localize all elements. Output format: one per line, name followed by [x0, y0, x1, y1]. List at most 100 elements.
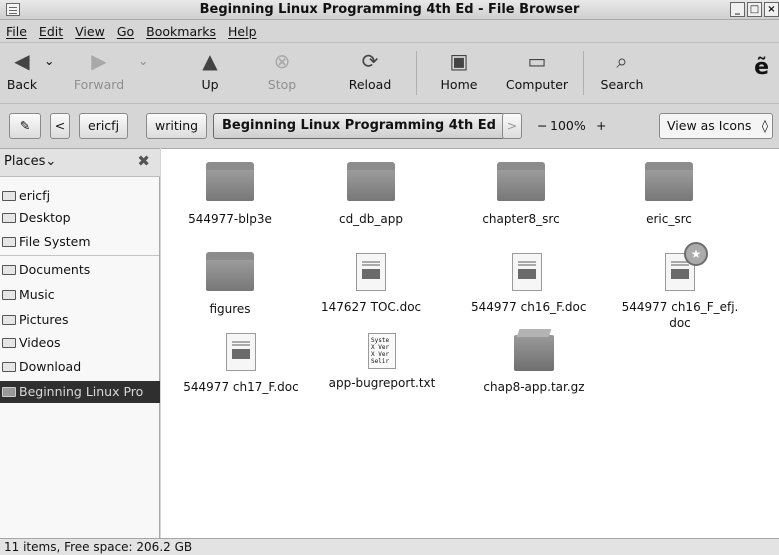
reload-icon: ⟳ — [361, 49, 379, 73]
forward-history-dropdown[interactable]: ⌄ — [138, 53, 148, 68]
sidebar-item-label: File System — [19, 234, 91, 249]
window-controls: _ □ × — [730, 2, 779, 17]
menu-help[interactable]: Help — [228, 24, 257, 39]
sidebar-item-ericfj[interactable]: ericfj — [0, 185, 160, 207]
sidebar-item-pictures[interactable]: Pictures — [0, 309, 160, 331]
folder-icon — [347, 162, 395, 201]
file-item[interactable]: ★ 544977 ch16_F_efj. doc — [619, 242, 741, 331]
breadcrumb-writing[interactable]: writing — [146, 113, 208, 139]
close-sidebar-icon[interactable]: ✖ — [137, 152, 150, 170]
sidebar: Places⌄ ✖ ericfj Desktop File System Doc… — [0, 148, 160, 538]
chevron-down-icon: ⌄ — [138, 53, 149, 68]
sidebar-item-download[interactable]: Download — [0, 356, 160, 378]
breadcrumb-scroll-left[interactable]: < — [50, 113, 70, 139]
zoom-out-icon[interactable]: − — [537, 118, 547, 133]
up-label: Up — [201, 77, 219, 92]
folder-icon — [2, 315, 16, 325]
file-name: 544977 ch16_F_efj. — [621, 300, 739, 314]
menu-file[interactable]: File — [6, 24, 27, 39]
file-name: figures — [209, 302, 251, 316]
toolbar: ◀ Back ⌄ ▶ Forward ⌄ ▲ Up ⊗ Stop ⟳ Reloa… — [0, 42, 779, 104]
minimize-button[interactable]: _ — [730, 2, 745, 17]
toggle-location-entry-button[interactable]: ✎ — [9, 113, 41, 139]
sidebar-item-label: Videos — [19, 335, 61, 350]
file-item[interactable]: cd_db_app — [324, 162, 418, 227]
folder-icon — [2, 290, 16, 300]
maximize-button[interactable]: □ — [747, 2, 762, 17]
sidebar-item-videos[interactable]: Videos — [0, 332, 160, 354]
folder-icon — [497, 162, 545, 201]
folder-icon — [645, 162, 693, 201]
file-name: 147627 TOC.doc — [321, 300, 422, 314]
file-name: 544977 ch17_F.doc — [183, 380, 299, 394]
file-item[interactable]: 544977-blp3e — [183, 162, 277, 227]
view-mode-value: View as Icons — [667, 118, 752, 133]
computer-button[interactable]: ▭ Computer — [497, 49, 577, 92]
stop-button[interactable]: ⊗ Stop — [262, 49, 302, 92]
home-button[interactable]: ▣ Home — [434, 49, 484, 92]
zoom-level[interactable]: 100% — [550, 118, 586, 133]
breadcrumb-ericfj[interactable]: ericfj — [79, 113, 129, 139]
up-arrow-icon: ▲ — [202, 49, 218, 73]
sidebar-separator — [0, 255, 159, 256]
select-arrow-icon: ◊ — [761, 118, 768, 133]
text-preview-line: X Ver — [371, 344, 390, 351]
file-item[interactable]: 544977 ch17_F.doc — [177, 333, 305, 395]
sidebar-item-documents[interactable]: Documents — [0, 259, 160, 281]
file-item[interactable]: eric_src — [622, 162, 716, 227]
search-icon: ⌕ — [616, 49, 628, 73]
sidebar-item-label: ericfj — [19, 188, 51, 203]
file-item[interactable]: chapter8_src — [474, 162, 568, 227]
document-icon — [512, 253, 542, 291]
sidebar-item-music[interactable]: Music — [0, 284, 160, 306]
up-button[interactable]: ▲ Up — [190, 49, 230, 92]
sidebar-item-label: Pictures — [19, 312, 69, 327]
file-name: cd_db_app — [338, 212, 404, 226]
document-icon — [356, 253, 386, 291]
menu-go[interactable]: Go — [117, 24, 134, 39]
home-icon: ▣ — [449, 49, 469, 73]
file-item[interactable]: 147627 TOC.doc — [321, 253, 421, 315]
file-item[interactable]: 544977 ch16_F.doc — [471, 253, 586, 315]
drive-icon — [2, 237, 16, 247]
file-name: eric_src — [646, 212, 692, 226]
file-item[interactable]: chap8-app.tar.gz — [479, 335, 589, 395]
forward-button[interactable]: ▶ Forward — [64, 49, 134, 92]
reload-button[interactable]: ⟳ Reload — [340, 49, 400, 92]
file-icon-view: 544977-blp3e cd_db_app chapter8_src eric… — [161, 148, 779, 538]
view-mode-select[interactable]: View as Icons ◊ — [659, 113, 773, 139]
menu-edit[interactable]: Edit — [39, 24, 63, 39]
file-name: app-bugreport.txt — [328, 376, 436, 390]
window-title: Beginning Linux Programming 4th Ed - Fil… — [199, 2, 580, 17]
title-bar: Beginning Linux Programming 4th Ed - Fil… — [0, 0, 779, 20]
back-arrow-icon: ◀ — [14, 49, 30, 73]
breadcrumb-scroll-right[interactable]: > — [502, 113, 522, 139]
back-history-dropdown[interactable]: ⌄ — [44, 53, 54, 68]
sidebar-item-beginning-linux[interactable]: Beginning Linux Pro — [0, 381, 160, 403]
desktop-icon — [2, 213, 16, 223]
back-label: Back — [6, 77, 38, 92]
text-preview-line: Syste — [371, 337, 390, 344]
file-item[interactable]: Syste X Ver X Ver Selir app-bugreport.tx… — [321, 333, 443, 391]
zoom-in-icon[interactable]: + — [596, 118, 606, 133]
folder-icon — [206, 252, 254, 291]
close-button[interactable]: × — [764, 2, 779, 17]
breadcrumb-current-folder[interactable]: Beginning Linux Programming 4th Ed — [213, 113, 505, 139]
sidebar-pane-selector[interactable]: Places⌄ — [4, 154, 56, 169]
folder-icon — [2, 265, 16, 275]
menu-bar: File Edit View Go Bookmarks Help — [0, 20, 779, 42]
search-label: Search — [600, 77, 644, 92]
file-item[interactable]: figures — [183, 252, 277, 317]
computer-icon: ▭ — [527, 49, 547, 73]
sidebar-item-desktop[interactable]: Desktop — [0, 207, 160, 229]
search-button[interactable]: ⌕ Search — [594, 49, 650, 92]
menu-bookmarks[interactable]: Bookmarks — [146, 24, 216, 39]
menu-view[interactable]: View — [75, 24, 105, 39]
status-bar: 11 items, Free space: 206.2 GB — [0, 538, 779, 555]
back-button[interactable]: ◀ Back — [2, 49, 42, 92]
chevron-down-icon: ⌄ — [44, 53, 55, 68]
sidebar-item-label: Download — [19, 359, 82, 374]
edit-location-icon: ✎ — [19, 118, 31, 133]
sidebar-item-file-system[interactable]: File System — [0, 231, 160, 253]
document-icon: ★ — [665, 242, 708, 291]
